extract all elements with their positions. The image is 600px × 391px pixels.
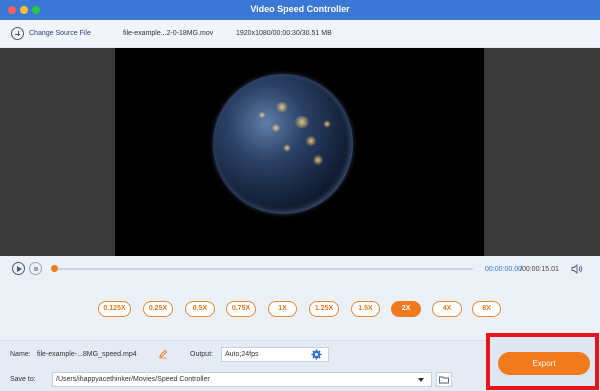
window-title: Video Speed Controller (250, 4, 350, 14)
plus-circle-icon (11, 27, 24, 40)
total-time: /00:00:15.01 (520, 266, 559, 273)
play-icon (17, 266, 22, 272)
source-file-name: file-example...2-0-18MG.mov (123, 30, 214, 37)
output-label: Output: (190, 351, 213, 358)
gear-icon[interactable] (311, 349, 322, 360)
progress-track[interactable] (53, 268, 473, 270)
speed-2x-button[interactable]: 2X (391, 301, 421, 317)
source-file-meta: 1920x1080/00:00:30/30.51 MB (236, 30, 332, 37)
file-toolbar: Change Source File file-example...2-0-18… (0, 20, 600, 48)
output-file-name: file-example-...8MG_speed.mp4 (37, 351, 137, 358)
current-time: 00:00:00.00 (485, 266, 522, 273)
speed-0.125x-button[interactable]: 0.125X (98, 301, 131, 317)
save-to-label: Save to: (10, 376, 36, 383)
speed-1.5x-button[interactable]: 1.5X (351, 301, 380, 317)
earth-image (213, 74, 353, 214)
export-button[interactable]: Export (498, 352, 590, 375)
video-frame (115, 48, 484, 256)
title-bar: Video Speed Controller (0, 0, 600, 20)
change-source-file-button[interactable]: Change Source File (11, 27, 91, 40)
progress-thumb[interactable] (51, 265, 58, 272)
save-path-field[interactable]: /Users/ihappyacethinker/Movies/Speed Con… (52, 372, 432, 387)
folder-icon[interactable] (436, 372, 452, 387)
preview-area (0, 48, 600, 256)
speed-0.75x-button[interactable]: 0.75X (226, 301, 256, 317)
speed-0.25x-button[interactable]: 0.25X (143, 301, 173, 317)
speed-8x-button[interactable]: 8X (472, 301, 501, 317)
speed-options: 0.125X 0.25X 0.5X 0.75X 1X 1.25X 1.5X 2X… (0, 282, 600, 340)
change-source-label: Change Source File (29, 30, 91, 37)
volume-icon[interactable] (571, 264, 583, 274)
stop-button[interactable] (29, 262, 42, 275)
rename-pencil-icon[interactable] (158, 349, 168, 359)
speed-1.25x-button[interactable]: 1.25X (309, 301, 339, 317)
player-controls: 00:00:00.00 /00:00:15.01 (0, 256, 600, 282)
stop-icon (33, 266, 38, 271)
play-button[interactable] (12, 262, 25, 275)
chevron-down-icon[interactable] (418, 378, 424, 382)
name-label: Name: (10, 351, 31, 358)
speed-4x-button[interactable]: 4X (432, 301, 462, 317)
speed-1x-button[interactable]: 1X (268, 301, 297, 317)
speed-0.5x-button[interactable]: 0.5X (185, 301, 215, 317)
